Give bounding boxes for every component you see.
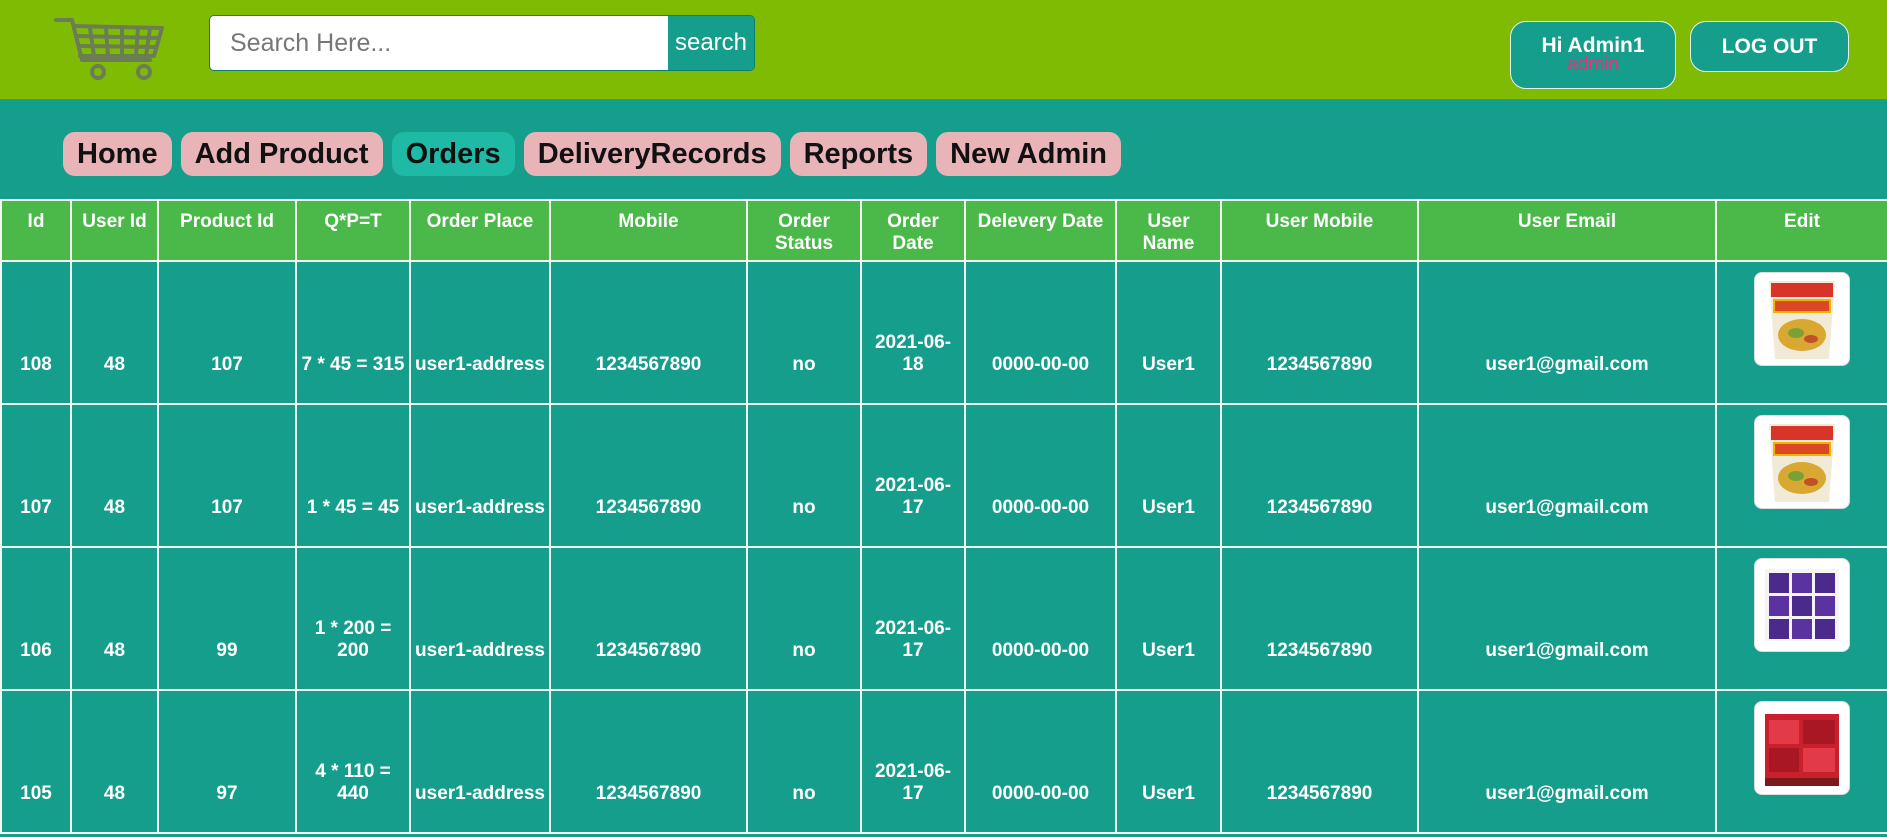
cell-mobile: 1234567890 — [549, 546, 748, 691]
user-greeting: Hi Admin1 admin — [1510, 21, 1676, 89]
cell-user-mobile: 1234567890 — [1220, 260, 1419, 405]
cell-user-name: User1 — [1115, 546, 1222, 691]
search-button[interactable]: search — [668, 16, 754, 70]
cell-user-email: user1@gmail.com — [1417, 403, 1717, 548]
cell-user-mobile: 1234567890 — [1220, 546, 1419, 691]
column-header-order-date: Order Date — [860, 199, 966, 262]
nav-delivery-records[interactable]: DeliveryRecords — [523, 132, 781, 176]
column-header-id: Id — [0, 199, 72, 262]
cell-order-status: no — [746, 689, 862, 834]
cell-edit — [1715, 260, 1887, 405]
cell-user-name: User1 — [1115, 403, 1222, 548]
orders-table: Id User Id Product Id Q*P=T Order Place … — [0, 199, 1887, 834]
nav-home[interactable]: Home — [63, 132, 172, 176]
cell-order-place: user1-address — [409, 546, 551, 691]
column-header-delivery-date: Delevery Date — [964, 199, 1117, 262]
cell-user-mobile: 1234567890 — [1220, 689, 1419, 834]
cell-order-date: 2021-06-17 — [860, 403, 966, 548]
shopping-cart-icon[interactable] — [52, 14, 168, 84]
cell-user-id: 48 — [70, 546, 159, 691]
cell-mobile: 1234567890 — [549, 403, 748, 548]
logout-button[interactable]: LOG OUT — [1690, 21, 1849, 72]
cell-edit — [1715, 689, 1887, 834]
column-header-qpt: Q*P=T — [295, 199, 411, 262]
nav-reports[interactable]: Reports — [789, 132, 928, 176]
user-role: admin — [1567, 54, 1619, 75]
cell-mobile: 1234567890 — [549, 260, 748, 405]
red-snack-image[interactable] — [1754, 701, 1850, 795]
cell-mobile: 1234567890 — [549, 689, 748, 834]
cell-user-name: User1 — [1115, 689, 1222, 834]
cell-qpt: 7 * 45 = 315 — [295, 260, 411, 405]
search-bar: search — [209, 15, 755, 71]
column-header-product-id: Product Id — [157, 199, 297, 262]
cell-product-id: 107 — [157, 260, 297, 405]
cell-order-place: user1-address — [409, 260, 551, 405]
cell-qpt: 1 * 200 = 200 — [295, 546, 411, 691]
cell-product-id: 99 — [157, 546, 297, 691]
top-header: search Hi Admin1 admin LOG OUT — [0, 0, 1887, 100]
cell-order-status: no — [746, 546, 862, 691]
cell-user-name: User1 — [1115, 260, 1222, 405]
cell-delivery-date: 0000-00-00 — [964, 546, 1117, 691]
cell-order-date: 2021-06-18 — [860, 260, 966, 405]
cell-user-email: user1@gmail.com — [1417, 260, 1717, 405]
cell-product-id: 107 — [157, 403, 297, 548]
column-header-user-email: User Email — [1417, 199, 1717, 262]
column-header-order-status: Order Status — [746, 199, 862, 262]
column-header-user-mobile: User Mobile — [1220, 199, 1419, 262]
column-header-mobile: Mobile — [549, 199, 748, 262]
cell-user-mobile: 1234567890 — [1220, 403, 1419, 548]
nav-new-admin[interactable]: New Admin — [936, 132, 1121, 176]
noodle-cup-image[interactable] — [1754, 272, 1850, 366]
cell-qpt: 4 * 110 = 440 — [295, 689, 411, 834]
cell-qpt: 1 * 45 = 45 — [295, 403, 411, 548]
cell-user-id: 48 — [70, 403, 159, 548]
cell-user-id: 48 — [70, 260, 159, 405]
table-row: 106 48 99 1 * 200 = 200 user1-address 12… — [0, 546, 1887, 691]
cell-id: 107 — [0, 403, 72, 548]
column-header-order-place: Order Place — [409, 199, 551, 262]
cell-product-id: 97 — [157, 689, 297, 834]
cell-edit — [1715, 546, 1887, 691]
cell-delivery-date: 0000-00-00 — [964, 403, 1117, 548]
cell-order-place: user1-address — [409, 403, 551, 548]
cell-order-date: 2021-06-17 — [860, 689, 966, 834]
nav-add-product[interactable]: Add Product — [180, 132, 383, 176]
cell-order-status: no — [746, 260, 862, 405]
cell-id: 108 — [0, 260, 72, 405]
cell-id: 105 — [0, 689, 72, 834]
cell-delivery-date: 0000-00-00 — [964, 260, 1117, 405]
column-header-user-name: User Name — [1115, 199, 1222, 262]
table-row: 105 48 97 4 * 110 = 440 user1-address 12… — [0, 689, 1887, 834]
cell-order-place: user1-address — [409, 689, 551, 834]
cell-user-email: user1@gmail.com — [1417, 546, 1717, 691]
search-input[interactable] — [210, 16, 668, 70]
column-header-edit: Edit — [1715, 199, 1887, 262]
cell-delivery-date: 0000-00-00 — [964, 689, 1117, 834]
cell-user-id: 48 — [70, 689, 159, 834]
table-row: 107 48 107 1 * 45 = 45 user1-address 123… — [0, 403, 1887, 548]
main-nav: Home Add Product Orders DeliveryRecords … — [63, 132, 1121, 176]
purple-packets-image[interactable] — [1754, 558, 1850, 652]
cell-user-email: user1@gmail.com — [1417, 689, 1717, 834]
cell-edit — [1715, 403, 1887, 548]
column-header-user-id: User Id — [70, 199, 159, 262]
cell-id: 106 — [0, 546, 72, 691]
cell-order-status: no — [746, 403, 862, 548]
cell-order-date: 2021-06-17 — [860, 546, 966, 691]
nav-orders[interactable]: Orders — [391, 132, 515, 176]
table-row: 108 48 107 7 * 45 = 315 user1-address 12… — [0, 260, 1887, 405]
noodle-cup-image[interactable] — [1754, 415, 1850, 509]
table-header-row: Id User Id Product Id Q*P=T Order Place … — [0, 199, 1887, 262]
